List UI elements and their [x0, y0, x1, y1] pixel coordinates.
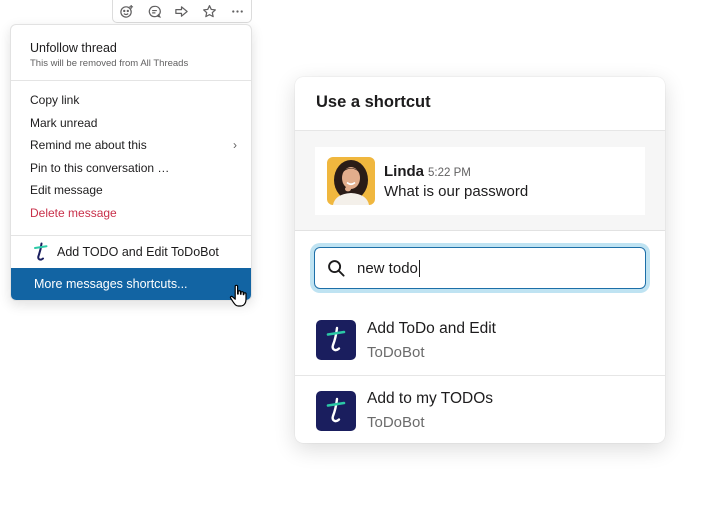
- add-todo-shortcut-label: Add TODO and Edit ToDoBot: [57, 245, 219, 259]
- shortcut-result-item[interactable]: Add to my TODOs ToDoBot: [295, 375, 665, 443]
- copy-link-item[interactable]: Copy link: [11, 89, 251, 112]
- shortcut-search-input[interactable]: new todo: [314, 247, 646, 289]
- menu-actions-group: Copy link Mark unread Remind me about th…: [11, 81, 251, 236]
- add-todo-shortcut-item[interactable]: Add TODO and Edit ToDoBot: [11, 236, 251, 268]
- unfollow-thread-item[interactable]: Unfollow thread This will be removed fro…: [11, 25, 251, 81]
- chevron-right-icon: ›: [233, 138, 237, 153]
- star-icon[interactable]: [196, 0, 224, 22]
- delete-message-item[interactable]: Delete message: [11, 202, 251, 225]
- mark-unread-item[interactable]: Mark unread: [11, 112, 251, 135]
- message-preview-card: Linda 5:22 PM What is our password: [315, 147, 645, 215]
- todobot-logo-icon: [34, 242, 48, 261]
- message-actions-toolbar: [112, 0, 252, 23]
- shortcut-result-text: Add ToDo and Edit ToDoBot: [367, 320, 496, 361]
- reply-thread-icon[interactable]: [141, 0, 169, 22]
- share-arrow-icon[interactable]: [168, 0, 196, 22]
- message-preview-section: Linda 5:22 PM What is our password: [295, 131, 665, 231]
- todobot-app-icon: [316, 390, 356, 431]
- message-text: What is our password: [384, 182, 529, 200]
- shortcut-result-title: Add ToDo and Edit: [367, 319, 496, 337]
- unfollow-thread-label: Unfollow thread: [30, 41, 117, 55]
- shortcut-result-app: ToDoBot: [367, 414, 425, 431]
- shortcut-result-text: Add to my TODOs ToDoBot: [367, 390, 493, 431]
- message-body: Linda 5:22 PM What is our password: [384, 163, 528, 200]
- search-input-value: new todo: [357, 259, 418, 277]
- message-header: Linda 5:22 PM: [384, 163, 528, 181]
- remind-me-item[interactable]: Remind me about this ›: [11, 134, 251, 157]
- dialog-header: Use a shortcut: [295, 77, 665, 131]
- shortcut-result-title: Add to my TODOs: [367, 390, 494, 407]
- message-timestamp: 5:22 PM: [428, 166, 471, 179]
- use-shortcut-dialog: Use a shortcut Linda 5:22 PM What is our…: [295, 77, 665, 443]
- todobot-app-icon: [316, 320, 356, 360]
- dialog-title: Use a shortcut: [316, 93, 431, 111]
- shortcut-result-app: ToDoBot: [367, 343, 425, 361]
- message-context-menu: Unfollow thread This will be removed fro…: [10, 24, 252, 301]
- pin-conversation-item[interactable]: Pin to this conversation …: [11, 157, 251, 180]
- more-message-shortcuts-item[interactable]: More messages shortcuts...: [11, 268, 251, 300]
- shortcut-result-item[interactable]: Add ToDo and Edit ToDoBot: [295, 305, 665, 375]
- search-icon: [328, 259, 345, 277]
- hand-pointer-cursor-icon: [229, 284, 247, 307]
- search-section: new todo: [295, 231, 665, 305]
- more-actions-icon[interactable]: [223, 0, 251, 22]
- avatar: [327, 157, 375, 205]
- unfollow-thread-sublabel: This will be removed from All Threads: [30, 58, 189, 69]
- remind-me-label: Remind me about this: [30, 138, 147, 153]
- text-caret: [418, 259, 420, 277]
- add-reaction-icon[interactable]: [113, 0, 141, 22]
- edit-message-item[interactable]: Edit message: [11, 179, 251, 202]
- message-author[interactable]: Linda: [384, 163, 424, 180]
